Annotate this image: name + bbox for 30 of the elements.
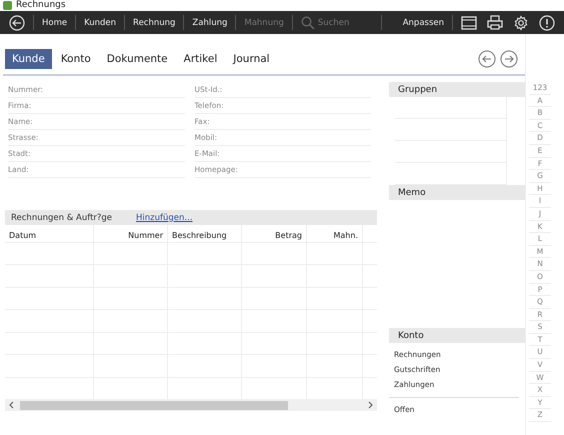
app-icon [3, 1, 12, 10]
toolbar-button[interactable]: Home [37, 18, 72, 28]
panel-title: Konto [398, 330, 424, 340]
toolbar-button[interactable]: Zahlung [187, 18, 232, 28]
panel-title: Gruppen [398, 84, 438, 94]
window-title: Rechnungs [16, 0, 66, 11]
search-field[interactable]: Suchen [318, 18, 364, 28]
column-header: Betrag [275, 231, 302, 240]
add-link[interactable]: Hinzufügen... [136, 212, 193, 222]
next-icon[interactable] [499, 50, 519, 68]
section-title: Rechnungen & Auftr?ge [11, 212, 112, 222]
tab[interactable]: Journal [226, 49, 277, 69]
scroll-left-icon[interactable] [8, 401, 16, 409]
tab[interactable]: Artikel [176, 49, 224, 69]
search-icon [300, 16, 315, 30]
customize-button[interactable]: Anpassen [398, 18, 449, 28]
tab[interactable]: Kunde [5, 49, 52, 69]
toolbar-button[interactable]: Rechnung [128, 18, 180, 28]
toolbar-button[interactable]: Kunden [79, 18, 122, 28]
scrollbar-thumb[interactable] [20, 400, 288, 410]
horizontal-scrollbar[interactable] [5, 399, 377, 411]
column-header: Nummer [128, 231, 163, 240]
column-header: Datum [9, 231, 36, 240]
previous-icon[interactable] [477, 50, 497, 68]
tab[interactable]: Konto [54, 49, 98, 69]
column-header: Beschreibung [172, 231, 227, 240]
scroll-right-icon[interactable] [366, 401, 374, 409]
tab[interactable]: Dokumente [100, 49, 175, 69]
column-header: Mahn. [334, 231, 358, 240]
panel-title: Memo [398, 188, 426, 198]
